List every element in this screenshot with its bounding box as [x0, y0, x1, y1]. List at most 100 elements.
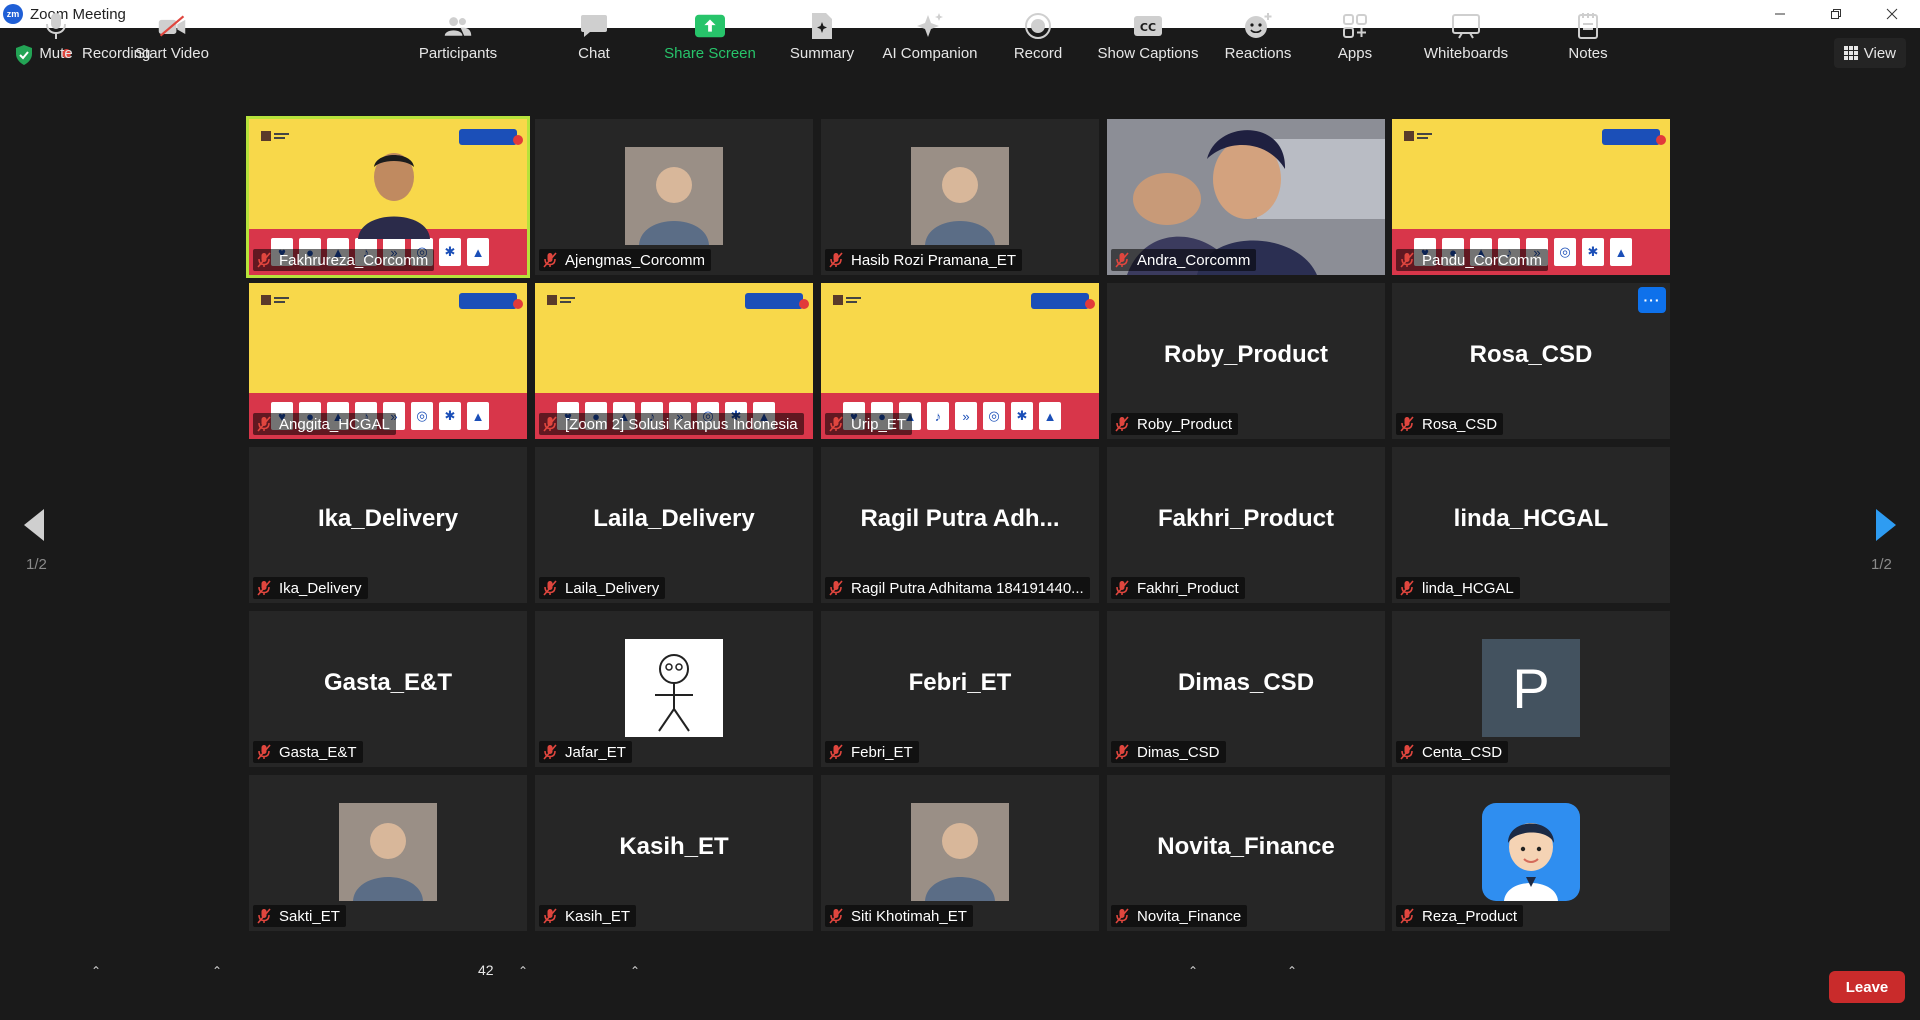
participant-name-tag: Sakti_ET [253, 905, 346, 927]
summary-button[interactable]: Summary [782, 0, 862, 72]
reactions-options-chevron-icon[interactable]: ⌃ [1285, 964, 1299, 978]
video-options-chevron-icon[interactable]: ⌃ [210, 964, 224, 978]
participant-tile[interactable]: Gasta_E&T Gasta_E&T [249, 611, 527, 767]
muted-mic-icon [1400, 580, 1414, 596]
next-page-arrow-icon[interactable] [1868, 505, 1902, 545]
muted-mic-icon [257, 252, 271, 268]
tile-more-options-button[interactable]: ··· [1638, 287, 1666, 313]
participant-display-name: Fakhri_Product [1157, 505, 1335, 532]
muted-mic-icon [543, 744, 557, 760]
ai-companion-button[interactable]: AI Companion [878, 0, 982, 72]
participant-display-name: Ika_Delivery [317, 505, 459, 532]
participant-tile[interactable]: Novita_Finance Novita_Finance [1107, 775, 1385, 931]
participants-button[interactable]: Participants [410, 0, 506, 72]
notes-icon [1578, 12, 1598, 39]
participant-name: Febri_ET [851, 743, 913, 761]
share-screen-button[interactable]: Share Screen [660, 0, 760, 72]
participant-tile[interactable]: Roby_Product Roby_Product [1107, 283, 1385, 439]
participant-name: Gasta_E&T [279, 743, 357, 761]
muted-mic-icon [1400, 744, 1414, 760]
participant-name: Jafar_ET [565, 743, 626, 761]
participant-tile[interactable]: P Centa_CSD [1392, 611, 1670, 767]
participant-tile[interactable]: Ajengmas_Corcomm [535, 119, 813, 275]
participant-tile[interactable]: Rosa_CSD ··· Rosa_CSD [1392, 283, 1670, 439]
participant-tile[interactable]: Andra_Corcomm [1107, 119, 1385, 275]
participant-tile[interactable]: Jafar_ET [535, 611, 813, 767]
participant-name-tag: [Zoom 2] Solusi Kampus Indonesia [539, 413, 804, 435]
participant-name-tag: Dimas_CSD [1111, 741, 1226, 763]
mute-label: Mute [39, 44, 73, 62]
participant-tile[interactable]: ♥●▲♪»◎✱▲[Zoom 2] Solusi Kampus Indonesia [535, 283, 813, 439]
muted-mic-icon [1115, 580, 1129, 596]
participants-options-chevron-icon[interactable]: ⌃ [516, 964, 530, 978]
profile-photo-icon [625, 147, 723, 245]
participant-name-tag: Novita_Finance [1111, 905, 1248, 927]
previous-page-arrow-icon[interactable] [18, 505, 52, 545]
participant-tile[interactable]: Kasih_ET Kasih_ET [535, 775, 813, 931]
participant-tile[interactable]: ♥●▲♪»◎✱▲Fakhrureza_Corcomm [246, 116, 530, 278]
minimize-button[interactable] [1752, 0, 1808, 28]
participant-tile[interactable]: Hasib Rozi Pramana_ET [821, 119, 1099, 275]
funtasix-logo-icon [1031, 293, 1095, 309]
chat-button[interactable]: Chat [568, 0, 620, 72]
participant-name: Fakhrureza_Corcomm [279, 251, 429, 269]
participant-name-tag: Rosa_CSD [1396, 413, 1504, 435]
record-button[interactable]: Record [1008, 0, 1068, 72]
chat-icon [581, 14, 607, 37]
participant-name: Ajengmas_Corcomm [565, 251, 706, 269]
chat-options-chevron-icon[interactable]: ⌃ [628, 964, 642, 978]
muted-mic-icon [543, 580, 557, 596]
notes-button[interactable]: Notes [1562, 0, 1614, 72]
restore-button[interactable] [1808, 0, 1864, 28]
participant-name-tag: Jafar_ET [539, 741, 632, 763]
participant-name: Novita_Finance [1137, 907, 1242, 925]
muted-mic-icon [829, 416, 843, 432]
muted-mic-icon [1400, 908, 1414, 924]
participant-tile[interactable]: Ragil Putra Adh... Ragil Putra Adhitama 1… [821, 447, 1099, 603]
participant-name: Dimas_CSD [1137, 743, 1220, 761]
participant-tile[interactable]: ♥●▲♪»◎✱▲Anggita_HCGAL [249, 283, 527, 439]
muted-mic-icon [829, 252, 843, 268]
participant-tile[interactable]: ♥●▲♪»◎✱▲Pandu_CorComm [1392, 119, 1670, 275]
letter-avatar: P [1482, 639, 1580, 737]
participant-tile[interactable]: Sakti_ET [249, 775, 527, 931]
view-button[interactable]: View [1833, 38, 1906, 68]
microphone-icon [46, 12, 66, 39]
muted-mic-icon [257, 744, 271, 760]
video-off-icon [158, 14, 186, 37]
grid-view-icon [1843, 46, 1858, 60]
close-button[interactable] [1864, 0, 1920, 28]
participant-name: Laila_Delivery [565, 579, 660, 597]
participant-tile[interactable]: Fakhri_Product Fakhri_Product [1107, 447, 1385, 603]
audio-options-chevron-icon[interactable]: ⌃ [89, 964, 103, 978]
participant-name: Reza_Product [1422, 907, 1518, 925]
participant-display-name: Ragil Putra Adh... [860, 505, 1060, 532]
funtasix-logo-icon [745, 293, 809, 309]
participant-tile[interactable]: Febri_ET Febri_ET [821, 611, 1099, 767]
show-captions-button[interactable]: CC Show Captions [1096, 0, 1200, 72]
muted-mic-icon [1400, 252, 1414, 268]
participant-tile[interactable]: linda_HCGAL linda_HCGAL [1392, 447, 1670, 603]
record-label: Record [1013, 44, 1063, 62]
participant-name: Rosa_CSD [1422, 415, 1498, 433]
participant-tile[interactable]: Dimas_CSD Dimas_CSD [1107, 611, 1385, 767]
participant-tile[interactable]: Siti Khotimah_ET [821, 775, 1099, 931]
mute-button[interactable]: Mute [26, 0, 86, 72]
start-video-button[interactable]: Start Video [128, 0, 216, 72]
participant-name-tag: Siti Khotimah_ET [825, 905, 973, 927]
whiteboards-button[interactable]: Whiteboards [1416, 0, 1516, 72]
participant-name: Anggita_HCGAL [279, 415, 390, 433]
participant-tile[interactable]: Laila_Delivery Laila_Delivery [535, 447, 813, 603]
reactions-button[interactable]: Reactions [1222, 0, 1294, 72]
participant-name-tag: Gasta_E&T [253, 741, 363, 763]
muted-mic-icon [543, 252, 557, 268]
summary-icon [812, 12, 832, 39]
captions-options-chevron-icon[interactable]: ⌃ [1186, 964, 1200, 978]
participant-tile[interactable]: Ika_Delivery Ika_Delivery [249, 447, 527, 603]
apps-button[interactable]: Apps [1330, 0, 1380, 72]
cartoon-avatar-icon [1482, 803, 1580, 901]
leave-button[interactable]: Leave [1829, 971, 1905, 1003]
participant-display-name: Roby_Product [1163, 341, 1328, 368]
participant-tile[interactable]: ♥●▲♪»◎✱▲Urip_ET [821, 283, 1099, 439]
participant-tile[interactable]: Reza_Product [1392, 775, 1670, 931]
